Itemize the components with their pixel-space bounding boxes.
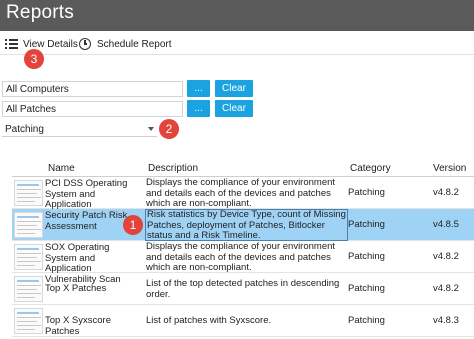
header-description[interactable]: Description [148,163,198,174]
row-description: Risk statistics by Device Type, count of… [145,209,348,241]
row-category: Patching [348,251,385,262]
row-version: v4.8.5 [433,219,459,230]
step-badge-3: 3 [24,49,44,69]
row-version: v4.8.2 [433,283,459,294]
header-category[interactable]: Category [350,163,391,174]
category-select-value: Patching [5,124,44,135]
reports-table: Name Description Category Version PCI DS… [12,160,474,337]
report-thumbnail [14,244,43,270]
list-icon [5,38,18,50]
view-details-label: View Details [23,38,78,50]
row-category: Patching [348,283,385,294]
computers-field[interactable]: All Computers [2,81,183,97]
row-category: Patching [348,187,385,198]
report-thumbnail [14,308,43,334]
page-title: Reports [6,2,74,23]
table-row[interactable]: SOX Operating System and Application Vul… [12,241,474,284]
table-row[interactable]: Top X Syxscore Patches List of patches w… [12,305,474,337]
report-thumbnail [14,276,43,302]
chevron-down-icon [148,127,154,131]
view-details-button[interactable]: View Details [5,36,78,52]
table-row[interactable]: PCI DSS Operating System and Application… [12,177,474,220]
row-version: v4.8.2 [433,187,459,198]
row-version: v4.8.3 [433,315,459,326]
clock-icon [79,38,91,50]
row-description: Displays the compliance of your environm… [146,241,336,273]
step-badge-1: 1 [123,215,143,235]
computers-browse-button[interactable]: ... [187,80,210,97]
patches-clear-button[interactable]: Clear [215,100,253,117]
report-thumbnail [14,212,43,238]
report-thumbnail [14,180,43,206]
row-description: Displays the compliance of your environm… [146,177,336,209]
row-description: List of the top detected patches in desc… [146,278,340,300]
table-row[interactable]: Top X Patches List of the top detected p… [12,273,474,305]
row-category: Patching [348,219,385,230]
patches-field[interactable]: All Patches [2,101,183,117]
schedule-report-button[interactable]: Schedule Report [79,36,172,52]
category-select[interactable]: Patching [2,121,157,137]
row-name: Top X Syxscore Patches [45,315,111,337]
header-name[interactable]: Name [48,163,75,174]
schedule-report-label: Schedule Report [97,38,172,50]
table-header: Name Description Category Version [12,160,474,177]
row-version: v4.8.2 [433,251,459,262]
header-version[interactable]: Version [433,163,466,174]
row-description: List of patches with Syxscore. [146,315,272,326]
step-badge-2: 2 [159,119,179,139]
row-name: Top X Patches [45,283,107,294]
table-row-selected[interactable]: Security Patch Risk Assessment Risk stat… [12,209,474,241]
patches-browse-button[interactable]: ... [187,100,210,117]
computers-clear-button[interactable]: Clear [215,80,253,97]
toolbar: View Details Schedule Report [0,31,474,55]
row-category: Patching [348,315,385,326]
title-bar: Reports [0,0,474,31]
